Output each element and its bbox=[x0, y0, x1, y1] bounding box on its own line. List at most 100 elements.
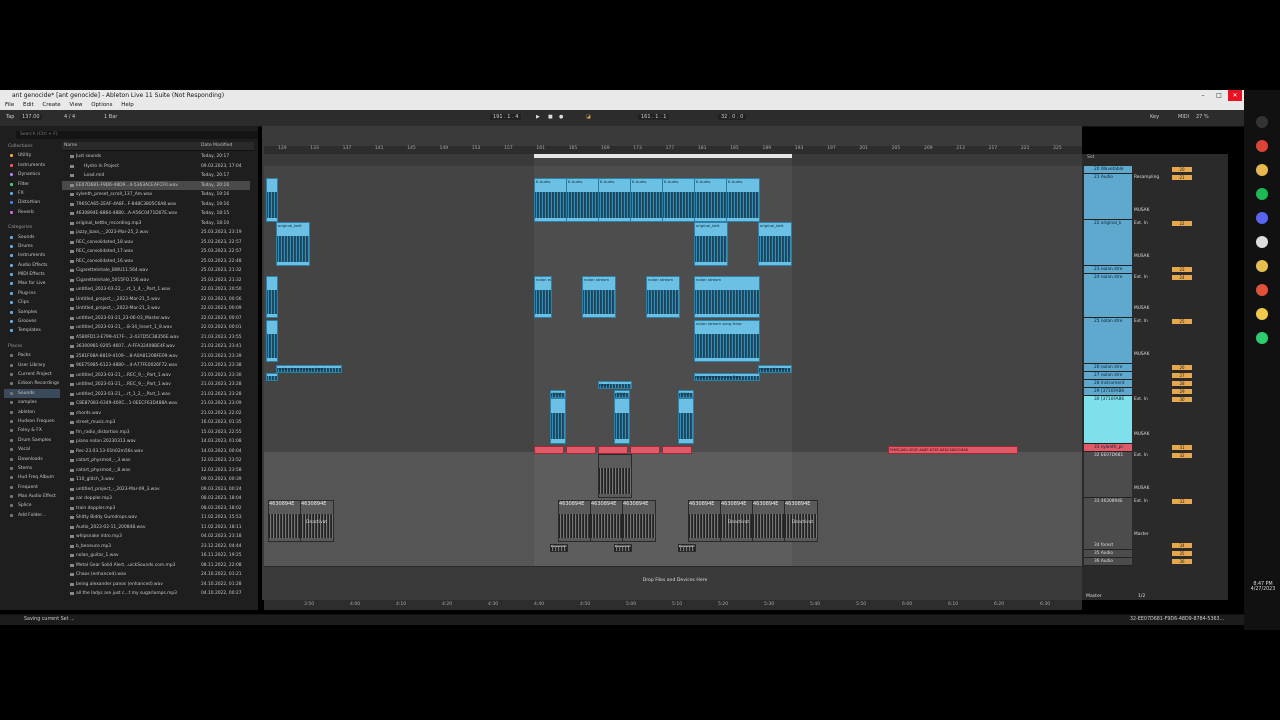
minimize-button[interactable]: – bbox=[1196, 90, 1210, 101]
file-row[interactable]: whipsnake intro.mp3 04.02.2023, 23:18 bbox=[62, 532, 250, 542]
bulb-icon[interactable] bbox=[1256, 308, 1268, 320]
track-activator-button[interactable]: 32 bbox=[1172, 453, 1192, 458]
mixer-track-header[interactable]: 33 4630894E bbox=[1084, 498, 1132, 544]
midi-clip[interactable]: Lead bbox=[598, 381, 632, 389]
maximize-button[interactable]: □ bbox=[1212, 90, 1226, 101]
stop-icon[interactable]: ■ bbox=[548, 114, 553, 120]
file-row[interactable]: Chaos (enhanced).wav 24.10.2022, 01:21 bbox=[62, 570, 250, 580]
live-icon[interactable] bbox=[1256, 116, 1268, 128]
file-row[interactable]: untitled_project_-_2023-Mar-09_3.wav 09.0… bbox=[62, 485, 250, 495]
category-item[interactable]: Clips bbox=[4, 298, 60, 307]
track-activator-button[interactable]: 25 bbox=[1172, 319, 1192, 324]
place-item[interactable]: Drum Samples bbox=[4, 436, 60, 445]
place-item[interactable]: Stems bbox=[4, 464, 60, 473]
window-titlebar[interactable]: ant genocide* [ant genocide] - Ableton L… bbox=[0, 90, 1244, 101]
category-item[interactable]: Sounds bbox=[4, 233, 60, 242]
mixer-track-header[interactable]: 24 nolan stre bbox=[1084, 274, 1132, 318]
audio-clip[interactable]: original_kett bbox=[276, 222, 310, 266]
midi-clip[interactable]: 3710 bbox=[678, 390, 694, 398]
mixer-track-header[interactable]: 22 original_k bbox=[1084, 220, 1132, 266]
menu-file[interactable]: File bbox=[5, 102, 14, 108]
track-activator-button[interactable]: 24 bbox=[1172, 275, 1192, 280]
file-row[interactable]: being alexander panos (enhanced).wav 24.1… bbox=[62, 580, 250, 590]
category-item[interactable]: Grooves bbox=[4, 317, 60, 326]
track-activator-button[interactable]: 21 bbox=[1172, 175, 1192, 180]
audio-clip[interactable]: nolan stream bbox=[582, 276, 616, 318]
mixer-track-header[interactable]: 32 EE07D681 bbox=[1084, 452, 1132, 498]
audio-clip[interactable]: forest bbox=[678, 544, 696, 552]
audio-clip[interactable]: 4630894E bbox=[268, 500, 302, 542]
file-row[interactable]: Cigarettelnhale_5015FO.156.wav 25.03.2023… bbox=[62, 276, 250, 286]
category-item[interactable]: Samples bbox=[4, 308, 60, 317]
category-item[interactable]: MIDI Effects bbox=[4, 270, 60, 279]
audio-clip[interactable]: 4630894E bbox=[622, 500, 656, 542]
menu-edit[interactable]: Edit bbox=[23, 102, 34, 108]
arrangement-position[interactable]: 191 . 1 . 4 bbox=[490, 114, 522, 120]
input-type-menu[interactable]: Ext. In bbox=[1134, 499, 1170, 504]
place-item[interactable]: samples bbox=[4, 398, 60, 407]
audio-clip[interactable]: 8 Audio bbox=[566, 178, 600, 222]
mixer-track-header[interactable]: 31 sylenth_pr bbox=[1084, 444, 1132, 452]
time-ruler[interactable]: 3:50 4:00 4:10 4:20 4:30 4:40 4:50 5:00 5:10 5:20… bbox=[264, 600, 1082, 610]
file-row[interactable]: Shitty Biddy Gumdrops.wav 11.02.2023, 15:… bbox=[62, 513, 250, 523]
place-item[interactable]: ableton bbox=[4, 408, 60, 417]
file-row[interactable]: untitled_2023-03-21_...rt_1_2_-_Part_1.w… bbox=[62, 390, 250, 400]
place-item[interactable]: Vocal bbox=[4, 445, 60, 454]
track-activator-button[interactable]: 35 bbox=[1172, 551, 1192, 556]
output-routing-menu[interactable]: MUSAK bbox=[1134, 486, 1170, 491]
file-row[interactable]: 96E75985-6123-4880-...4-A77FE0026F72.wav… bbox=[62, 361, 250, 371]
file-row[interactable]: street_music.mp3 16.03.2023, 01:35 bbox=[62, 418, 250, 428]
file-row[interactable]: nolan_guitar_1.wav 16.11.2022, 19:25 bbox=[62, 551, 250, 561]
place-item[interactable]: Edison Recordings bbox=[4, 379, 60, 388]
file-row[interactable]: sylenth_preset_scroll_137_Am.wav Today, 1… bbox=[62, 190, 250, 200]
category-item[interactable]: Drums bbox=[4, 242, 60, 251]
place-item[interactable]: Frequent bbox=[4, 483, 60, 492]
input-type-menu[interactable]: Ext. In bbox=[1134, 275, 1170, 280]
file-row[interactable]: Metal Gear Solid Alert...uickSounds.com.… bbox=[62, 561, 250, 571]
sylenth-clip[interactable] bbox=[598, 446, 628, 454]
place-item[interactable]: Splice bbox=[4, 501, 60, 510]
file-row[interactable]: A580FD13-E799-417F-...2-437D5C38356E.wav… bbox=[62, 333, 250, 343]
file-row[interactable]: REC_consolidated_18.wav 25.03.2023, 22:57 bbox=[62, 238, 250, 248]
menu-help[interactable]: Help bbox=[121, 102, 134, 108]
place-item[interactable]: Hud Freq Album bbox=[4, 473, 60, 482]
track-activator-button[interactable]: 36 bbox=[1172, 559, 1192, 564]
place-item[interactable]: Sounds bbox=[4, 388, 60, 399]
audio-clip[interactable] bbox=[266, 373, 278, 381]
loop-length[interactable]: 32 . 0 . 0 bbox=[718, 114, 747, 120]
file-row[interactable]: catart_physmod_-_3.wav 12.03.2023, 23:52 bbox=[62, 456, 250, 466]
file-row[interactable]: Cigarettelnhale_BWU11.564.wav 25.03.2023,… bbox=[62, 266, 250, 276]
mixer-track-header[interactable]: 25 nolan stre bbox=[1084, 318, 1132, 364]
file-row[interactable]: original_kettle_recording.mp3 Today, 18:1… bbox=[62, 219, 250, 229]
category-item[interactable]: Plug-ins bbox=[4, 289, 60, 298]
audio-clip[interactable]: nolan stream song Harp bbox=[694, 320, 760, 362]
place-item[interactable]: Current Project bbox=[4, 370, 60, 379]
audio-clip[interactable]: original_kett bbox=[694, 222, 728, 266]
file-row[interactable]: Untitled_project_-_2023-Mar-21_3.wav 22.0… bbox=[62, 304, 250, 314]
menu-options[interactable]: Options bbox=[91, 102, 112, 108]
input-type-menu[interactable]: Ext. In bbox=[1134, 453, 1170, 458]
mixer-track-header[interactable]: 36 Audio bbox=[1084, 558, 1132, 566]
system-clock[interactable]: 8:47 PM 4/27/2023 bbox=[1246, 582, 1280, 592]
midi-clip[interactable]: 3710 bbox=[614, 390, 630, 398]
place-item[interactable]: Add Folder... bbox=[4, 511, 60, 520]
file-row[interactable]: b_beneuce.mp3 23.12.2022, 04:44 bbox=[62, 542, 250, 552]
input-type-menu[interactable]: Ext. In bbox=[1134, 397, 1170, 402]
mixer-track-header[interactable]: 27 nolan stre bbox=[1084, 372, 1132, 380]
input-type-menu[interactable]: Resampling bbox=[1134, 175, 1170, 180]
file-row[interactable]: untitled_2023-03-21_...REC_9_-_Part_1.wa… bbox=[62, 371, 250, 381]
beat-ruler[interactable]: 129 133 137 141 145 149 153 157 161 165 169 173 177 1… bbox=[264, 146, 1082, 154]
sylenth-clip[interactable] bbox=[534, 446, 564, 454]
file-row[interactable]: jazzy_bass_-_2023-Mar-25_2.wav 25.03.2023… bbox=[62, 228, 250, 238]
app-icon[interactable] bbox=[1256, 284, 1268, 296]
audio-clip[interactable]: 8 Audio bbox=[726, 178, 760, 222]
close-button[interactable]: ✕ bbox=[1228, 90, 1242, 101]
place-item[interactable]: User Library bbox=[4, 361, 60, 370]
mixer-track-header[interactable]: 29 [3710FAB6 bbox=[1084, 388, 1132, 396]
audio-clip[interactable]: nolan stream bbox=[694, 276, 760, 318]
track-activator-button[interactable]: 29 bbox=[1172, 389, 1192, 394]
file-row[interactable]: car doppler.mp3 08.03.2023, 18:04 bbox=[62, 494, 250, 504]
audio-clip[interactable]: forest bbox=[550, 544, 568, 552]
audio-clip[interactable]: 8 Audio bbox=[694, 178, 728, 222]
mixer-track-header[interactable]: 26 nolan stre bbox=[1084, 364, 1132, 372]
